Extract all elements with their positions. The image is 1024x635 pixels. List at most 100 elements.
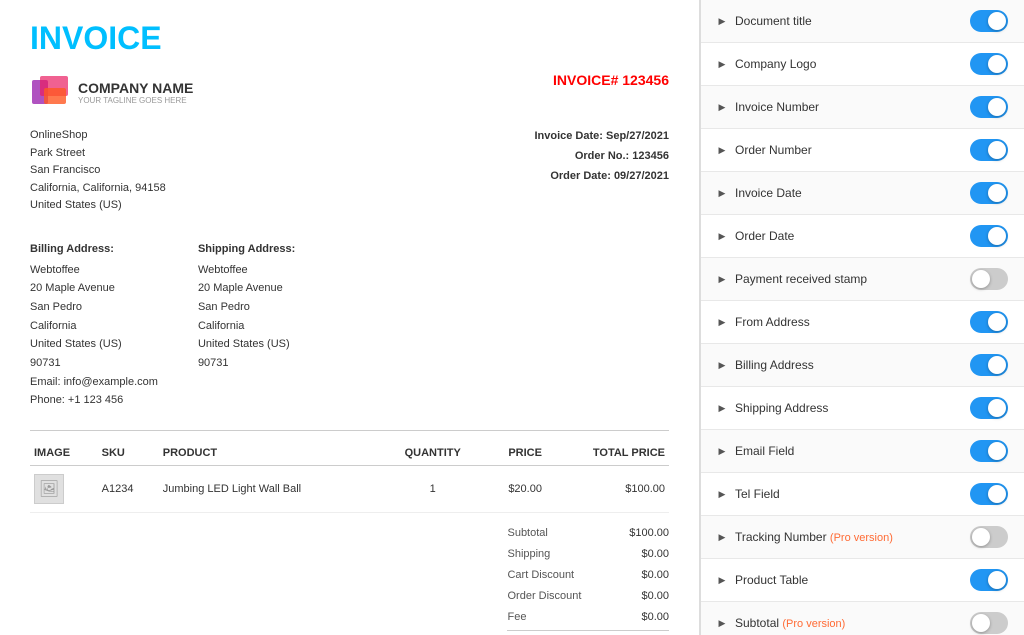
cell-price: $20.00 [482, 466, 546, 513]
toggle-knob-product-table [988, 571, 1006, 589]
company-logo: COMPANY NAME YOUR TAGLINE GOES HERE [30, 72, 193, 112]
settings-item-left-order-date: ▶ Order Date [717, 229, 794, 243]
chevron-icon-tracking-number: ▶ [717, 532, 727, 542]
settings-item-order-number[interactable]: ▶ Order Number [701, 129, 1024, 172]
settings-item-left-invoice-number: ▶ Invoice Number [717, 100, 819, 114]
addresses-section: Billing Address: Webtoffee 20 Maple Aven… [30, 240, 669, 410]
settings-item-from-address[interactable]: ▶ From Address [701, 301, 1024, 344]
toggle-from-address[interactable] [970, 311, 1008, 333]
toggle-product-table[interactable] [970, 569, 1008, 591]
settings-label-tel-field: Tel Field [735, 487, 780, 501]
product-image: 🖼 [34, 474, 64, 504]
toggle-document-title[interactable] [970, 10, 1008, 32]
settings-label-company-logo: Company Logo [735, 57, 816, 71]
chevron-icon-from-address: ▶ [717, 317, 727, 327]
settings-item-left-tracking-number: ▶ Tracking Number (Pro version) [717, 530, 893, 544]
settings-item-email-field[interactable]: ▶ Email Field [701, 430, 1024, 473]
company-name: COMPANY NAME [78, 80, 193, 96]
company-tagline: YOUR TAGLINE GOES HERE [78, 96, 193, 105]
settings-item-left-subtotal-pro: ▶ Subtotal (Pro version) [717, 616, 845, 630]
toggle-knob-shipping-address [988, 399, 1006, 417]
settings-label-document-title: Document title [735, 14, 812, 28]
settings-item-invoice-date[interactable]: ▶ Invoice Date [701, 172, 1024, 215]
settings-item-left-product-table: ▶ Product Table [717, 573, 808, 587]
company-name-block: COMPANY NAME YOUR TAGLINE GOES HERE [78, 80, 193, 105]
col-sku: SKU [98, 441, 159, 466]
toggle-tracking-number[interactable] [970, 526, 1008, 548]
cell-quantity: 1 [383, 466, 482, 513]
toggle-billing-address[interactable] [970, 354, 1008, 376]
toggle-subtotal-pro[interactable] [970, 612, 1008, 634]
settings-item-subtotal-pro[interactable]: ▶ Subtotal (Pro version) [701, 602, 1024, 635]
settings-item-billing-address[interactable]: ▶ Billing Address [701, 344, 1024, 387]
settings-label-payment-stamp: Payment received stamp [735, 272, 867, 286]
toggle-shipping-address[interactable] [970, 397, 1008, 419]
settings-item-tracking-number[interactable]: ▶ Tracking Number (Pro version) [701, 516, 1024, 559]
shipping-address-block: Shipping Address: Webtoffee 20 Maple Ave… [198, 240, 295, 410]
settings-item-order-date[interactable]: ▶ Order Date [701, 215, 1024, 258]
toggle-tel-field[interactable] [970, 483, 1008, 505]
toggle-knob-email-field [988, 442, 1006, 460]
settings-label-billing-address: Billing Address [735, 358, 814, 372]
toggle-knob-tel-field [988, 485, 1006, 503]
from-address: OnlineShop Park Street San Francisco Cal… [30, 127, 166, 215]
toggle-knob-order-number [988, 141, 1006, 159]
cell-sku: A1234 [98, 466, 159, 513]
chevron-icon-product-table: ▶ [717, 575, 727, 585]
settings-item-left-shipping-address: ▶ Shipping Address [717, 401, 828, 415]
settings-item-left-tel-field: ▶ Tel Field [717, 487, 780, 501]
billing-address-block: Billing Address: Webtoffee 20 Maple Aven… [30, 240, 158, 410]
cell-total: $100.00 [546, 466, 669, 513]
toggle-knob-from-address [988, 313, 1006, 331]
settings-label-order-number: Order Number [735, 143, 812, 157]
invoice-title: INVOICE [30, 20, 669, 57]
settings-item-invoice-number[interactable]: ▶ Invoice Number [701, 86, 1024, 129]
settings-item-left-company-logo: ▶ Company Logo [717, 57, 816, 71]
toggle-order-date[interactable] [970, 225, 1008, 247]
invoice-meta: Invoice Date: Sep/27/2021 Order No.: 123… [534, 127, 669, 186]
toggle-order-number[interactable] [970, 139, 1008, 161]
cell-product: Jumbing LED Light Wall Ball [159, 466, 384, 513]
settings-label-invoice-number: Invoice Number [735, 100, 819, 114]
logo-icon [30, 72, 70, 112]
col-quantity: QUANTITY [383, 441, 482, 466]
cart-discount-row: Cart Discount $0.00 [507, 565, 669, 586]
toggle-invoice-date[interactable] [970, 182, 1008, 204]
product-table: IMAGE SKU PRODUCT QUANTITY PRICE TOTAL P… [30, 441, 669, 513]
chevron-icon-order-date: ▶ [717, 231, 727, 241]
chevron-icon-document-title: ▶ [717, 16, 727, 26]
fee-row: Fee $0.00 [507, 607, 669, 628]
settings-item-left-order-number: ▶ Order Number [717, 143, 812, 157]
settings-item-document-title[interactable]: ▶ Document title [701, 0, 1024, 43]
settings-item-company-logo[interactable]: ▶ Company Logo [701, 43, 1024, 86]
settings-label-from-address: From Address [735, 315, 810, 329]
toggle-payment-stamp[interactable] [970, 268, 1008, 290]
summary-section: Subtotal $100.00 Shipping $0.00 Cart Dis… [30, 523, 669, 635]
col-price: PRICE [482, 441, 546, 466]
table-row: 🖼 A1234 Jumbing LED Light Wall Ball 1 $2… [30, 466, 669, 513]
settings-item-product-table[interactable]: ▶ Product Table [701, 559, 1024, 602]
settings-item-payment-stamp[interactable]: ▶ Payment received stamp [701, 258, 1024, 301]
toggle-knob-payment-stamp [972, 270, 990, 288]
chevron-icon-shipping-address: ▶ [717, 403, 727, 413]
table-divider-top [30, 430, 669, 431]
chevron-icon-billing-address: ▶ [717, 360, 727, 370]
toggle-company-logo[interactable] [970, 53, 1008, 75]
toggle-invoice-number[interactable] [970, 96, 1008, 118]
settings-label-subtotal-pro: Subtotal (Pro version) [735, 616, 845, 630]
toggle-knob-invoice-number [988, 98, 1006, 116]
cell-image: 🖼 [30, 466, 98, 513]
settings-item-left-billing-address: ▶ Billing Address [717, 358, 814, 372]
chevron-icon-tel-field: ▶ [717, 489, 727, 499]
settings-item-left-email-field: ▶ Email Field [717, 444, 794, 458]
settings-label-email-field: Email Field [735, 444, 794, 458]
toggle-knob-subtotal-pro [972, 614, 990, 632]
invoice-header: COMPANY NAME YOUR TAGLINE GOES HERE INVO… [30, 72, 669, 112]
settings-item-shipping-address[interactable]: ▶ Shipping Address [701, 387, 1024, 430]
toggle-email-field[interactable] [970, 440, 1008, 462]
settings-label-product-table: Product Table [735, 573, 808, 587]
toggle-knob-order-date [988, 227, 1006, 245]
order-discount-row: Order Discount $0.00 [507, 586, 669, 607]
settings-item-tel-field[interactable]: ▶ Tel Field [701, 473, 1024, 516]
settings-label-invoice-date: Invoice Date [735, 186, 802, 200]
